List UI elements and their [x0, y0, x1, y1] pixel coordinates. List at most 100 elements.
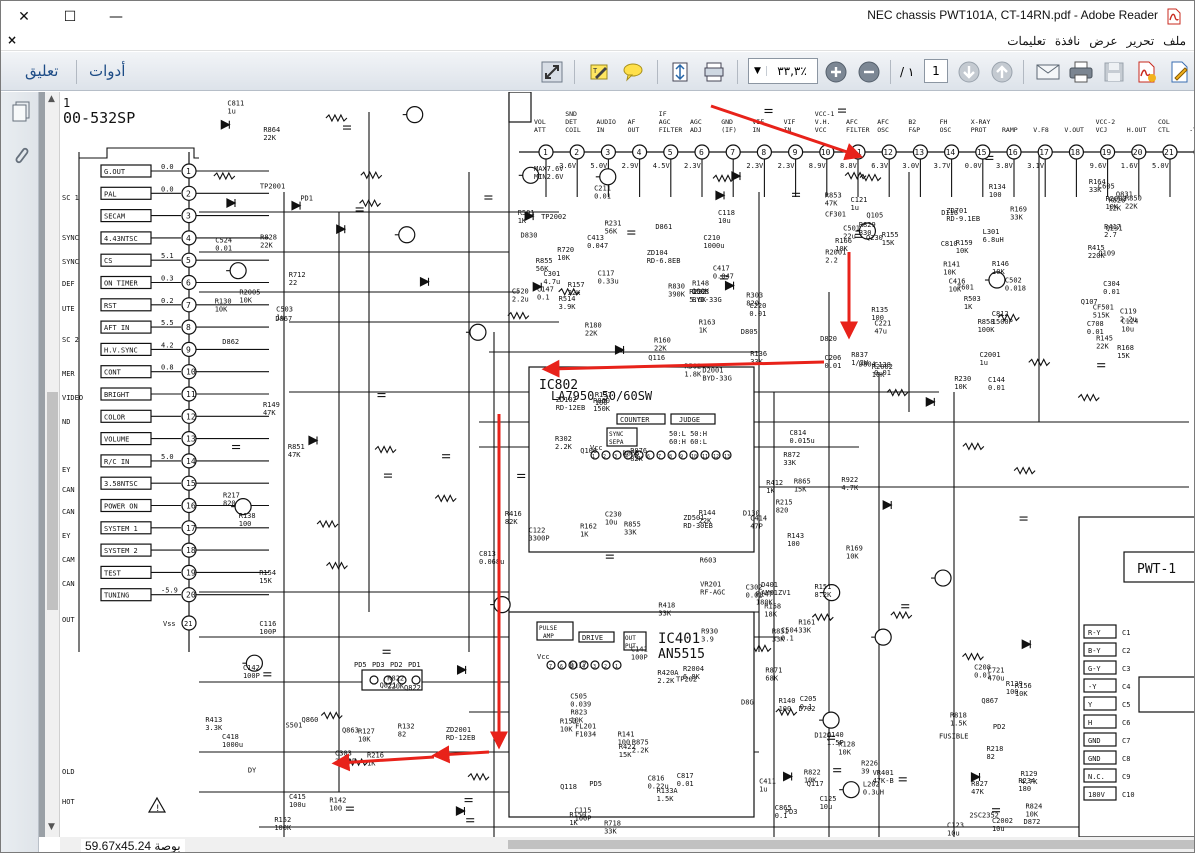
ic401-pin-number: 7	[549, 664, 552, 670]
fit-width-button[interactable]	[701, 59, 727, 85]
component-label: 0.3uH	[863, 789, 884, 797]
component-label: C303	[335, 749, 352, 757]
save-button[interactable]	[1101, 59, 1127, 85]
left-edge-label: SC 2	[62, 336, 79, 344]
schematic-model-label: 00-532SP	[63, 109, 135, 127]
close-icon: ✕	[18, 8, 30, 25]
menu-help[interactable]: تعليمات	[1007, 34, 1046, 48]
component-label: R412	[766, 479, 783, 487]
top-pin-voltage: 8.8V	[840, 162, 858, 170]
component-label: C721	[988, 667, 1005, 675]
ic401-pin-number: 3	[593, 664, 596, 670]
close-button[interactable]: ✕	[1, 1, 47, 32]
maximize-button[interactable]: ☐	[47, 1, 93, 32]
pin-label: R/C IN	[104, 458, 129, 466]
component-label: C118	[718, 209, 735, 217]
top-pin-label: CTL	[1158, 126, 1170, 134]
component-label: 3300P	[528, 534, 549, 542]
top-pin-label: VCC-2	[1096, 118, 1116, 126]
ic401-pin-number: 4	[582, 664, 585, 670]
highlight-button[interactable]: T	[587, 59, 613, 85]
transistor-symbol	[493, 596, 511, 614]
component-label: Q863	[342, 726, 359, 734]
attachments-panel-icon[interactable]	[12, 144, 30, 166]
component-label: 8.2K	[814, 591, 832, 599]
component-label: R2005	[239, 288, 260, 296]
menu-file[interactable]: ملف	[1163, 34, 1186, 48]
tools-pane-button[interactable]: أدوات	[89, 62, 125, 80]
connector-ref: C3	[1122, 665, 1130, 673]
component-label: 1.5K	[950, 720, 968, 728]
adobe-reader-window: ✕ ☐ — NEC chassis PWT101A, CT-14RN.pdf -…	[0, 0, 1195, 853]
scroll-up-icon[interactable]: ▲	[48, 94, 55, 104]
menu-view[interactable]: عرض	[1089, 34, 1117, 48]
component-label: 2.2K	[555, 443, 573, 451]
ic802-vcc: Vcc	[590, 444, 603, 452]
component-label: C117	[598, 269, 615, 277]
horizontal-scrollbar[interactable]	[60, 837, 1194, 852]
component-label: R159	[956, 239, 973, 247]
scroll-down-icon[interactable]: ▼	[48, 822, 55, 832]
top-pin-label: PROT	[971, 126, 987, 134]
menu-edit[interactable]: تحرير	[1127, 34, 1155, 48]
component-label: R855	[624, 521, 641, 529]
component-label: TP2001	[260, 183, 285, 191]
page-number-input[interactable]: 1	[924, 59, 948, 83]
email-button[interactable]	[1035, 59, 1061, 85]
pages-panel-icon[interactable]	[11, 101, 31, 123]
top-pin-label: VOL	[534, 118, 546, 126]
horizontal-scroll-thumb[interactable]	[508, 840, 1194, 849]
print-button[interactable]	[1068, 59, 1094, 85]
component-label: 0.047	[587, 242, 608, 250]
component-label: 33K	[658, 609, 671, 617]
ic802-pin-number: 8	[669, 454, 672, 460]
left-edge-label: UTE	[62, 305, 75, 313]
vertical-scrollbar[interactable]: ▲ ▼	[45, 92, 60, 837]
component-label: R503	[964, 295, 981, 303]
sticky-note-button[interactable]	[620, 59, 646, 85]
top-pin-voltage: 6.3V	[871, 162, 889, 170]
comment-pane-button[interactable]: تعليق	[25, 62, 58, 80]
minimize-button[interactable]: —	[93, 1, 139, 32]
component-label: R157	[568, 281, 585, 289]
pin-number: 8	[186, 323, 191, 332]
page-total: / ۱	[900, 65, 915, 79]
close-document-button[interactable]: ×	[7, 33, 17, 47]
full-screen-button[interactable]	[539, 59, 565, 85]
component-label: C2002	[992, 817, 1013, 825]
vertical-scroll-thumb[interactable]	[47, 392, 58, 610]
component-label: 0.01	[749, 310, 766, 318]
component-label: R2001	[825, 249, 846, 257]
previous-page-button[interactable]	[989, 59, 1015, 85]
component-label: 15K	[259, 577, 272, 585]
zoom-in-button[interactable]	[823, 59, 849, 85]
zoom-dropdown-icon[interactable]: ▼	[749, 66, 767, 76]
component-label: 100K	[978, 326, 996, 334]
component-label: D805	[741, 328, 758, 336]
component-label: R514	[559, 295, 576, 303]
component-label: C708	[1087, 320, 1104, 328]
zoom-out-button[interactable]	[856, 59, 882, 85]
component-label: 150K	[593, 405, 611, 413]
next-page-button[interactable]	[956, 59, 982, 85]
menu-window[interactable]: نافذة	[1055, 34, 1080, 48]
document-view[interactable]: 00-532SP 1 G.OUT 1 0.0 PAL 2 0.0 SECAM 3 4.43NTSC 4…	[39, 92, 1194, 837]
component-label: 10K	[992, 268, 1005, 276]
create-pdf-button[interactable]	[1134, 59, 1160, 85]
schematic-page: 00-532SP1G.OUT 10.0PAL 20.0SECAM 34.43NTSC 4…	[60, 92, 1194, 837]
fit-page-button[interactable]	[667, 59, 693, 85]
component-label: R871	[765, 666, 782, 674]
component-label: C206	[824, 354, 841, 362]
component-label: 22K	[585, 330, 598, 338]
component-label: 15K	[619, 751, 632, 759]
left-edge-label: SYNC	[62, 234, 79, 242]
connector-pin-label: N.C.	[1088, 773, 1105, 781]
top-pin-voltage: 3.8V	[996, 162, 1014, 170]
connector-ref: C10	[1122, 791, 1135, 799]
zoom-level-field[interactable]: ▼ ۳۳,۳٪	[748, 58, 818, 84]
window-title: NEC chassis PWT101A, CT-14RN.pdf - Adobe…	[867, 8, 1158, 22]
ic802-pin-number: 3	[614, 454, 617, 460]
edit-pdf-button[interactable]	[1167, 59, 1193, 85]
component-label: R818	[950, 712, 967, 720]
component-label: R218	[986, 745, 1003, 753]
